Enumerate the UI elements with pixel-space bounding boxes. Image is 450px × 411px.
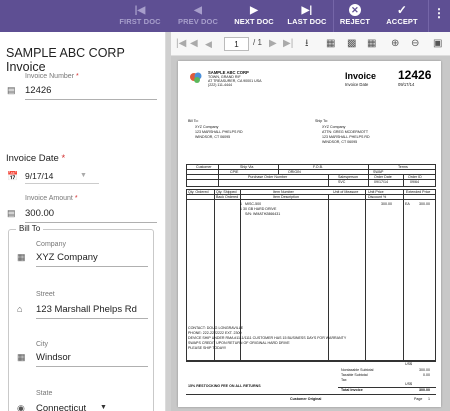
fit-page-icon[interactable]: ▦: [326, 37, 335, 51]
grid-view-icon[interactable]: ▦: [367, 37, 376, 51]
more-menu-button[interactable]: ⋮: [431, 0, 447, 32]
building-icon: ▦: [17, 252, 26, 262]
chevron-down-icon[interactable]: ▼: [80, 172, 87, 179]
invoice-form-panel: SAMPLE ABC CORP Invoice Invoice Number *…: [0, 32, 166, 411]
first-page-icon: |◀: [134, 5, 146, 16]
company-input[interactable]: XYZ Company: [36, 252, 98, 263]
next-doc-button[interactable]: ▶ NEXT DOC: [226, 0, 282, 32]
page-number-input[interactable]: [224, 37, 249, 51]
street-label: Street: [36, 291, 55, 298]
location-icon: ◉: [17, 403, 25, 411]
bill-to-title: Bill To: [16, 224, 44, 233]
chevron-down-icon[interactable]: ▼: [100, 404, 107, 411]
card-icon: ▤: [7, 208, 16, 218]
company-logo-icon: [190, 72, 202, 83]
home-icon: ⌂: [17, 304, 23, 314]
first-page-icon[interactable]: |◀: [176, 37, 186, 51]
street-input[interactable]: 123 Marshall Phelps Rd: [36, 304, 137, 315]
doc-invoice-number: 12426: [398, 68, 432, 82]
open-window-icon[interactable]: ▣: [433, 37, 442, 51]
page-total: / 1: [253, 38, 262, 47]
form-title: SAMPLE ABC CORP Invoice: [6, 46, 125, 74]
invoice-date-label: Invoice Date *: [6, 153, 66, 164]
fit-width-icon[interactable]: ▩: [347, 37, 356, 51]
invoice-number-label: Invoice Number *: [25, 73, 79, 80]
company-label: Company: [36, 241, 66, 248]
check-icon: ✓: [396, 3, 408, 17]
last-page-icon: ▶|: [301, 5, 313, 16]
invoice-number-input[interactable]: 12426: [25, 85, 51, 96]
toolbar-divider: [428, 0, 429, 32]
calendar-icon[interactable]: 📅: [7, 171, 18, 182]
reject-icon: ✕: [349, 4, 361, 16]
invoice-date-input[interactable]: 9/17/14: [25, 171, 53, 181]
next-icon: ▶: [250, 5, 258, 16]
download-icon[interactable]: ⭳: [305, 37, 309, 51]
prev-icon: ◀: [194, 5, 202, 16]
document-viewer[interactable]: SAMPLE ABC CORP TOWN, GRAND RIF AT TREAS…: [171, 56, 450, 411]
city-icon: ▦: [17, 352, 26, 362]
reject-button[interactable]: ✕ REJECT: [334, 0, 376, 32]
card-icon: ▤: [7, 85, 16, 95]
page-nav-icon[interactable]: ◀: [205, 37, 212, 51]
city-label: City: [36, 341, 49, 348]
first-doc-button[interactable]: |◀ FIRST DOC: [112, 0, 168, 32]
zoom-in-icon[interactable]: ⊕: [391, 37, 399, 51]
next-page-icon[interactable]: ▶: [269, 37, 277, 51]
state-select[interactable]: Connecticut: [36, 403, 86, 411]
invoice-amount-input[interactable]: 300.00: [25, 208, 54, 219]
doc-invoice-title: Invoice: [345, 71, 377, 81]
city-input[interactable]: Windsor: [36, 352, 71, 363]
state-label: State: [36, 390, 53, 397]
accept-button[interactable]: ✓ ACCEPT: [380, 0, 424, 32]
top-toolbar: |◀ FIRST DOC ◀ PREV DOC ▶ NEXT DOC ▶| LA…: [0, 0, 450, 32]
viewer-toolbar: |◀ ◀ ◀ / 1 ▶ ▶| ⭳ ▦ ▩ ▦ ⊕ ⊖ ▣: [171, 32, 450, 56]
prev-doc-button[interactable]: ◀ PREV DOC: [170, 0, 226, 32]
invoice-document: SAMPLE ABC CORP TOWN, GRAND RIF AT TREAS…: [178, 61, 441, 407]
last-doc-button[interactable]: ▶| LAST DOC: [282, 0, 332, 32]
prev-page-icon[interactable]: ◀: [190, 37, 198, 51]
more-vert-icon: ⋮: [432, 6, 446, 20]
last-page-icon[interactable]: ▶|: [283, 37, 293, 51]
invoice-amount-label: Invoice Amount *: [25, 195, 78, 202]
zoom-out-icon[interactable]: ⊖: [411, 37, 419, 51]
